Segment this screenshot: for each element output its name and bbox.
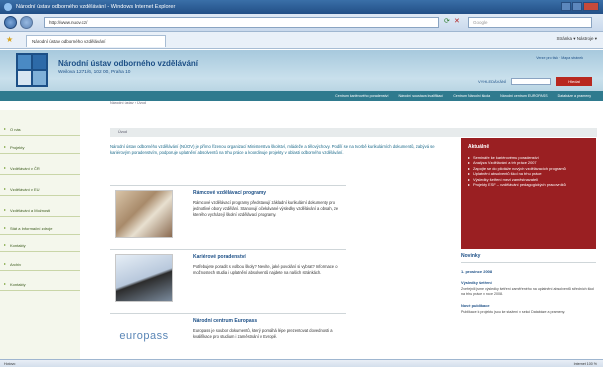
- topnav-item[interactable]: Národní soustava kvalifikací: [398, 94, 443, 98]
- announcements-box: Aktuálně Semináře ke kariérovému poraden…: [461, 138, 596, 249]
- news-item-text: Zveřejnili jsme výsledky šetření zaměřen…: [461, 287, 595, 296]
- sidebar-item[interactable]: Vzdělávání a Možnosti: [0, 203, 80, 217]
- status-text: Hotovo: [4, 362, 16, 366]
- browser-search-input[interactable]: Google: [468, 17, 592, 28]
- card-title[interactable]: Národní centrum Europass: [193, 318, 257, 324]
- europass-logo: europass: [115, 318, 173, 356]
- sidebar-item[interactable]: Kontakty: [0, 277, 80, 291]
- jumping-man-photo: [115, 254, 173, 302]
- sidebar-item[interactable]: Archiv: [0, 257, 80, 271]
- site-search-input[interactable]: [511, 78, 551, 85]
- window-title: Národní ústav odborného vzdělávání - Win…: [16, 4, 176, 10]
- favorites-star-icon[interactable]: ★: [6, 35, 13, 44]
- top-navigation: Centrum kariérového poradenství Národní …: [0, 91, 603, 101]
- sidebar-item[interactable]: Projekty: [0, 140, 80, 154]
- news-item-text: Publikace k projektu jsou ke stažení v s…: [461, 310, 566, 314]
- site-subtitle: Weilova 1271/6, 102 00, Praha 10: [58, 70, 131, 75]
- breadcrumb[interactable]: Národní ústav › Úvod: [110, 101, 146, 105]
- topnav-item[interactable]: Národní centrum EUROPASS: [500, 94, 547, 98]
- status-bar: Hotovo Internet 100 %: [0, 359, 603, 367]
- search-label: VYHLEDÁVÁNÍ: [478, 79, 507, 84]
- maximize-button[interactable]: [572, 2, 582, 11]
- topnav-item[interactable]: Centrum kariérového poradenství: [335, 94, 388, 98]
- topnav-item[interactable]: Databáze a prameny: [558, 94, 591, 98]
- announcement-item[interactable]: Projekty ESF – vzdělávání pedagogických …: [468, 182, 589, 188]
- nuov-logo[interactable]: [16, 53, 48, 87]
- address-bar: http://www.nuov.cz/ ⟳ ✕ Google: [0, 14, 603, 32]
- sidebar: O nás Projekty Vzdělávání v ČR Vzděláván…: [0, 110, 80, 365]
- forward-button[interactable]: [20, 16, 33, 29]
- sidebar-item[interactable]: Vzdělávání v EU: [0, 182, 80, 196]
- card-text: Potřebujete poradit s volbou školy? Neví…: [193, 264, 338, 275]
- command-bar[interactable]: Stránka ▾ Nástroje ▾: [556, 36, 597, 42]
- back-button[interactable]: [4, 16, 17, 29]
- news-item-title[interactable]: Nové publikace: [461, 303, 596, 308]
- card-title[interactable]: Kariérové poradenství: [193, 254, 246, 260]
- site-title: Národní ústav odborného vzdělávání: [58, 59, 199, 68]
- tab-bar: ★ Národní ústav odborného vzdělávání Str…: [0, 32, 603, 49]
- card-europass: europass Národní centrum Europass Europa…: [110, 313, 346, 359]
- minimize-button[interactable]: [561, 2, 571, 11]
- news-date: 1. prosince 2008: [461, 269, 493, 274]
- refresh-icon[interactable]: ⟳: [444, 17, 450, 25]
- close-button[interactable]: [583, 2, 599, 11]
- card-text: Europass je soubor dokumentů, který pomá…: [193, 328, 333, 339]
- status-zone[interactable]: Internet 100 %: [574, 362, 597, 366]
- window-titlebar: Národní ústav odborného vzdělávání - Win…: [0, 0, 603, 14]
- topnav-item[interactable]: Centrum Národní škola: [453, 94, 490, 98]
- students-photo: [115, 190, 173, 238]
- url-input[interactable]: http://www.nuov.cz/: [44, 17, 439, 28]
- news-title: Novinky: [461, 253, 596, 263]
- page-heading-band: Úvod: [110, 128, 597, 137]
- sidebar-item[interactable]: Vzdělávání v ČR: [0, 161, 80, 175]
- site-search-button[interactable]: Hledat: [556, 77, 592, 86]
- tab-active[interactable]: Národní ústav odborného vzdělávání: [26, 35, 166, 47]
- news-item-title[interactable]: Výsledky šetření: [461, 280, 596, 285]
- stop-icon[interactable]: ✕: [454, 17, 460, 25]
- intro-text: Národní ústav odborného vzdělávání (NÚOV…: [110, 144, 435, 155]
- site-header: Národní ústav odborného vzdělávání Weilo…: [0, 50, 603, 91]
- card-rvp: Rámcové vzdělávací programy Rámcové vzdě…: [110, 185, 346, 243]
- card-text: Rámcové vzdělávací programy představují …: [193, 200, 339, 217]
- sidebar-item[interactable]: O nás: [0, 122, 80, 136]
- sidebar-item[interactable]: Stát a Informační zdroje: [0, 221, 80, 235]
- ie-icon: [4, 3, 12, 11]
- card-career: Kariérové poradenství Potřebujete poradi…: [110, 249, 346, 307]
- news-section: Novinky 1. prosince 2008 Výsledky šetřen…: [461, 253, 596, 321]
- header-links[interactable]: Verze pro tisk · Mapa stránek: [536, 56, 583, 60]
- sidebar-item[interactable]: Kontakty: [0, 238, 80, 252]
- card-title[interactable]: Rámcové vzdělávací programy: [193, 190, 266, 196]
- announcements-title: Aktuálně: [468, 144, 490, 150]
